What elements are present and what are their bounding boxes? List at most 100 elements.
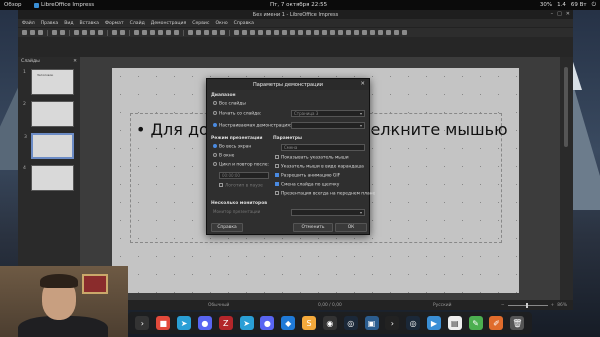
start-slideshow-icon[interactable]: [188, 30, 193, 35]
new-icon[interactable]: [22, 30, 27, 35]
paste-icon[interactable]: [90, 30, 95, 35]
shadow-icon[interactable]: [346, 30, 351, 35]
zoom-out-icon[interactable]: −: [501, 303, 505, 308]
zoom-slider[interactable]: [507, 302, 548, 308]
menu-insert[interactable]: Вставка: [80, 21, 99, 26]
pen-icon[interactable]: ✐: [489, 316, 504, 330]
arrow-icon[interactable]: [258, 30, 263, 35]
show-pointer-checkbox[interactable]: Показывать указатель мыши: [275, 155, 349, 161]
vscode-icon[interactable]: ◆: [281, 316, 296, 330]
menu-view[interactable]: Вид: [64, 21, 73, 26]
ellipse-icon[interactable]: [250, 30, 255, 35]
minimize-icon[interactable]: –: [551, 11, 554, 17]
zoom-control[interactable]: − + 86%: [501, 302, 567, 308]
align-icon[interactable]: [322, 30, 327, 35]
navigator-icon[interactable]: [394, 30, 399, 35]
custom-show-radio[interactable]: Настраиваемая демонстрация:: [213, 123, 291, 129]
copy-icon[interactable]: [82, 30, 87, 35]
custom-show-select[interactable]: ▾: [291, 122, 365, 129]
cut-icon[interactable]: [74, 30, 79, 35]
special-char-icon[interactable]: [166, 30, 171, 35]
dialog-titlebar[interactable]: Параметры демонстрации ✕: [207, 79, 369, 90]
close-panel-icon[interactable]: ✕: [73, 59, 77, 64]
in-window-radio[interactable]: В окне: [213, 153, 234, 159]
menu-help[interactable]: Справка: [234, 21, 254, 26]
rectangle-icon[interactable]: [242, 30, 247, 35]
discord-alt-icon[interactable]: ●: [260, 316, 275, 330]
dialog-close-icon[interactable]: ✕: [360, 81, 365, 87]
master-slide-icon[interactable]: [204, 30, 209, 35]
slide-thumbnail[interactable]: 2: [23, 101, 74, 127]
obs-icon[interactable]: ◉: [322, 316, 337, 330]
menu-slideshow[interactable]: Демонстрация: [151, 21, 187, 26]
redo-icon[interactable]: [120, 30, 125, 35]
new-slide-icon[interactable]: [212, 30, 217, 35]
close-icon[interactable]: ✕: [566, 11, 570, 17]
document-icon[interactable]: ▤: [447, 316, 462, 330]
menu-tools[interactable]: Сервис: [192, 21, 209, 26]
chart-icon[interactable]: [150, 30, 155, 35]
line-icon[interactable]: [234, 30, 239, 35]
allow-gif-checkbox[interactable]: Разрешить анимацию GIF: [275, 173, 340, 179]
arrange-icon[interactable]: [330, 30, 335, 35]
app-menu[interactable]: LibreOffice Impress: [34, 2, 94, 8]
ok-button[interactable]: ОК: [335, 223, 367, 232]
cancel-button[interactable]: Отменить: [293, 223, 333, 232]
zoom-in-icon[interactable]: +: [551, 303, 555, 308]
sublime-icon[interactable]: S: [302, 316, 317, 330]
pointer-as-pen-checkbox[interactable]: Указатель мыши в виде карандаша: [275, 164, 364, 170]
slide-thumbnail-selected[interactable]: 3: [24, 133, 74, 159]
notes-icon[interactable]: ✎: [468, 316, 483, 330]
menu-format[interactable]: Формат: [105, 21, 124, 26]
sidebar-icon[interactable]: [370, 30, 375, 35]
distribute-icon[interactable]: [338, 30, 343, 35]
from-slide-select[interactable]: Страница 3 ▾: [291, 110, 365, 117]
scrollbar-thumb[interactable]: [564, 67, 568, 147]
language[interactable]: Русский: [433, 303, 451, 308]
connector-icon[interactable]: [274, 30, 279, 35]
rotate-icon[interactable]: [314, 30, 319, 35]
slide-thumbnail[interactable]: 4: [23, 165, 74, 191]
window-titlebar[interactable]: Без имени 1 - LibreOffice Impress – □ ✕: [18, 10, 573, 19]
maximize-icon[interactable]: □: [557, 11, 562, 17]
table-icon[interactable]: [134, 30, 139, 35]
image-icon[interactable]: [142, 30, 147, 35]
save-icon[interactable]: [38, 30, 43, 35]
filezilla-icon[interactable]: Z: [218, 316, 233, 330]
slide-change-field[interactable]: Смена: [281, 144, 365, 151]
properties-icon[interactable]: [378, 30, 383, 35]
print-icon[interactable]: [60, 30, 65, 35]
textbox-icon[interactable]: [158, 30, 163, 35]
trash-icon[interactable]: 🗑: [510, 316, 525, 330]
terminal-icon[interactable]: ›: [135, 316, 150, 330]
loop-radio[interactable]: Цикл и повтор после:: [213, 162, 269, 168]
always-on-top-checkbox[interactable]: Презентация всегда на переднем плане: [275, 191, 375, 197]
curve-icon[interactable]: [266, 30, 271, 35]
show-logo-checkbox[interactable]: Логотип в паузе: [219, 183, 263, 189]
slide-thumbnail[interactable]: 1 Заголовок: [23, 69, 74, 95]
system-tray[interactable]: 30% 1.4 69 Вт ⏻: [540, 2, 596, 9]
3d-objects-icon[interactable]: [306, 30, 311, 35]
gallery-icon[interactable]: [386, 30, 391, 35]
virtualbox-icon[interactable]: ▣: [364, 316, 379, 330]
fullscreen-radio[interactable]: Во весь экран: [213, 144, 251, 150]
shopping-bag-icon[interactable]: ■: [156, 316, 171, 330]
discord-icon[interactable]: ●: [197, 316, 212, 330]
stars-icon[interactable]: [298, 30, 303, 35]
telegram-alt-icon[interactable]: ➤: [239, 316, 254, 330]
delete-slide-icon[interactable]: [220, 30, 225, 35]
menu-edit[interactable]: Правка: [41, 21, 58, 26]
crop-icon[interactable]: [354, 30, 359, 35]
menu-window[interactable]: Окно: [215, 21, 227, 26]
terminal-alt-icon[interactable]: ›: [385, 316, 400, 330]
video-icon[interactable]: ▶: [427, 316, 441, 330]
help-button[interactable]: Справка: [211, 223, 243, 232]
filter-icon[interactable]: [362, 30, 367, 35]
open-icon[interactable]: [30, 30, 35, 35]
shapes-icon[interactable]: [282, 30, 287, 35]
loop-time-field[interactable]: 00:00:00: [219, 172, 269, 179]
monitor-select[interactable]: ▾: [291, 209, 365, 216]
steam-alt-icon[interactable]: ◎: [406, 316, 421, 330]
symbol-shapes-icon[interactable]: [290, 30, 295, 35]
steam-icon[interactable]: ◎: [343, 316, 358, 330]
